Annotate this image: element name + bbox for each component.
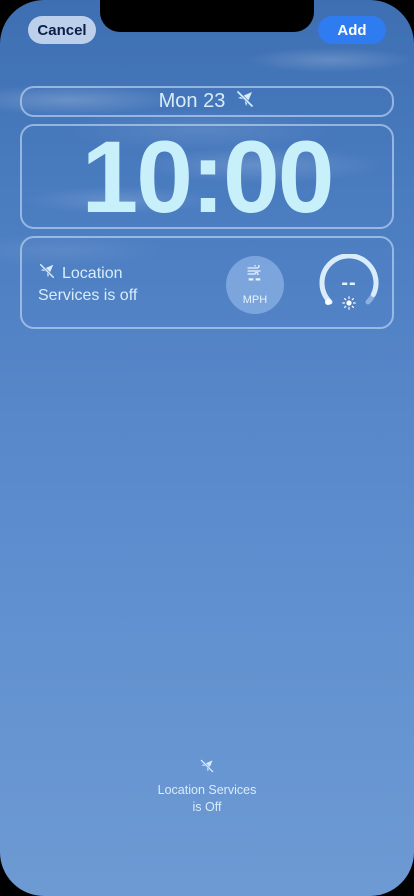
location-slash-icon (38, 262, 56, 286)
cancel-button[interactable]: Cancel (28, 16, 96, 44)
wind-speed-widget[interactable]: -- MPH (226, 256, 284, 314)
footer-note-line1: Location Services (157, 783, 257, 797)
sun-icon (342, 296, 356, 315)
location-slash-icon (199, 758, 215, 779)
date-label: Mon 23 (158, 90, 226, 112)
location-widget-line2: Services is off (38, 287, 138, 304)
wind-speed-unit: MPH (242, 294, 268, 306)
uv-index-value: -- (341, 272, 357, 294)
uv-index-gauge-widget[interactable]: -- (318, 253, 380, 316)
lock-screen-editor: Cancel Add Mon 23 10:00 Location Service… (0, 0, 414, 896)
device-notch (100, 0, 314, 32)
location-services-off-note: Location Services is Off (107, 758, 307, 816)
location-services-widget[interactable]: Location Services is off (38, 262, 198, 306)
date-widget-area[interactable]: Mon 23 (20, 86, 394, 117)
clock-area[interactable]: 10:00 (20, 124, 394, 229)
wind-speed-value: -- (248, 268, 262, 288)
add-button[interactable]: Add (318, 16, 386, 44)
widgets-area[interactable]: Location Services is off -- MPH -- (20, 236, 394, 329)
clock-time: 10:00 (81, 119, 335, 234)
footer-note-line2: is Off (192, 800, 222, 814)
location-widget-line1: Location (62, 265, 123, 282)
location-slash-icon (235, 89, 255, 115)
